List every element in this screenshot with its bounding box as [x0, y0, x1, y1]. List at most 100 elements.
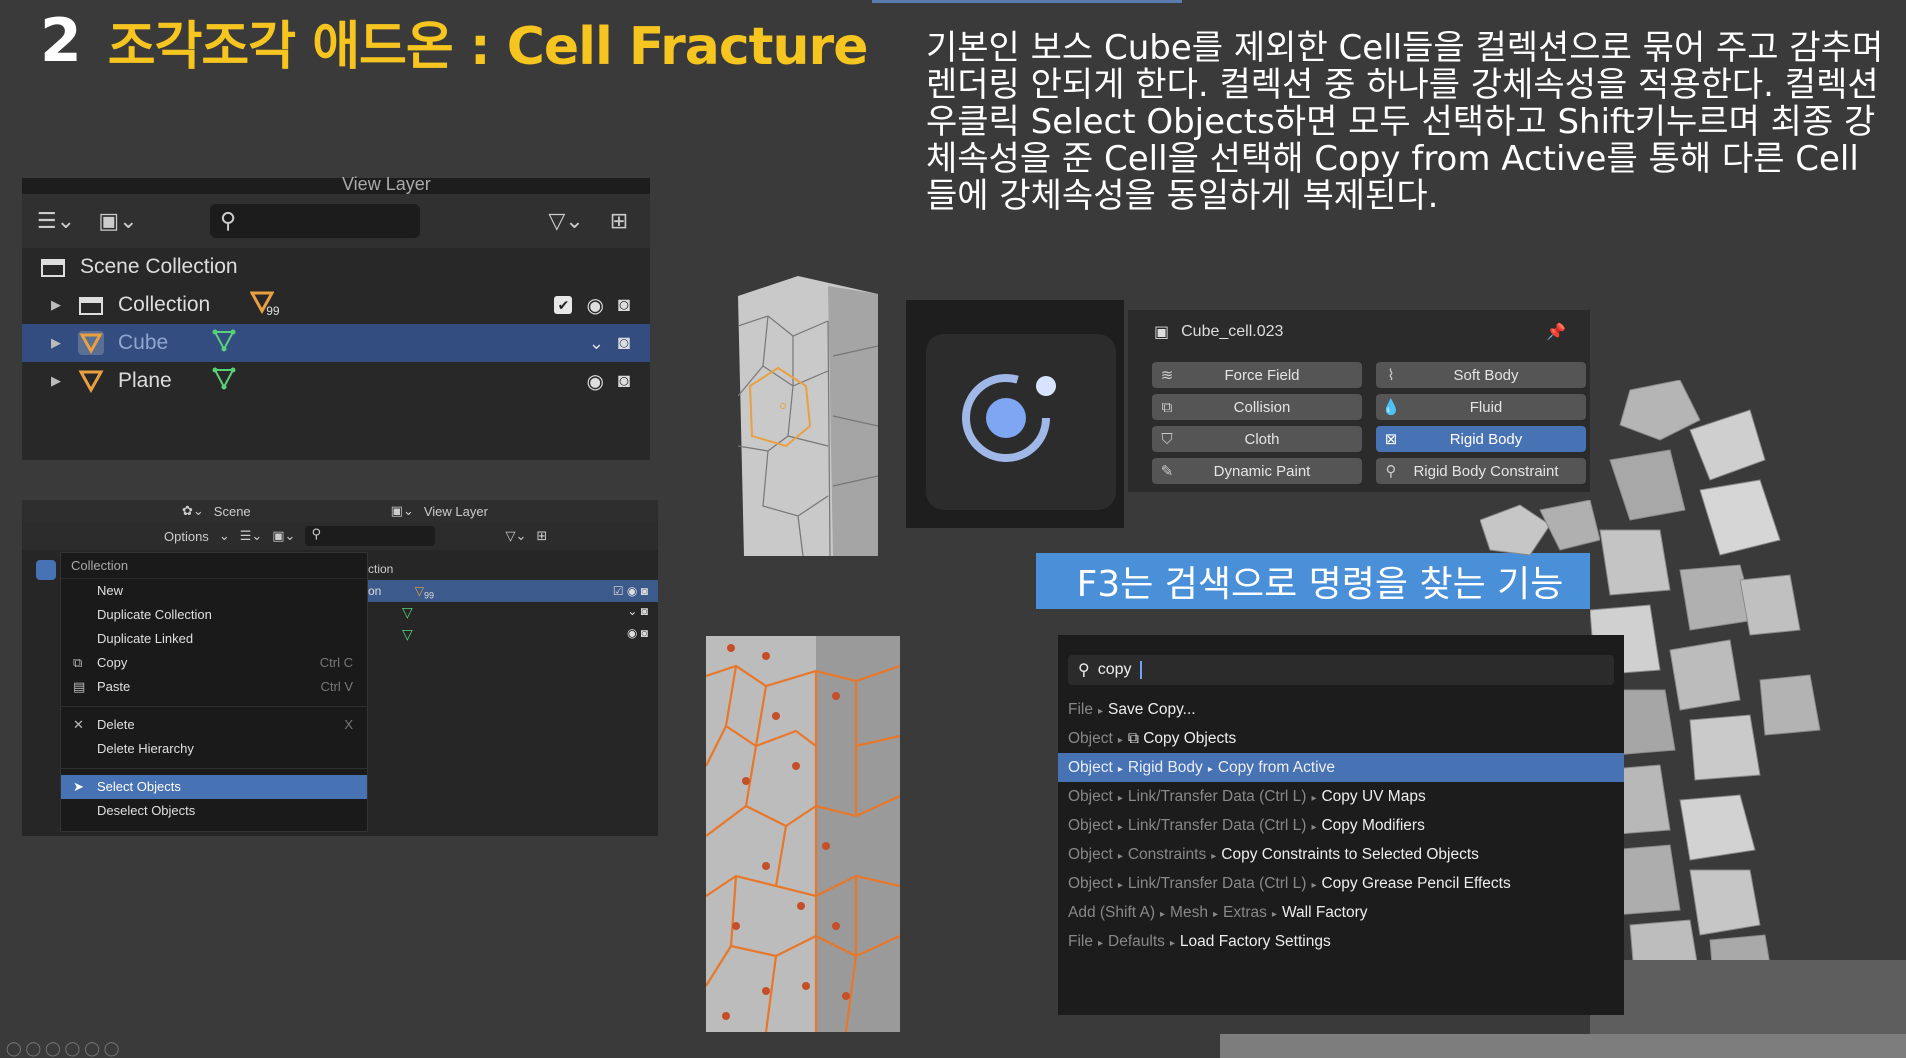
search-result-item[interactable]: Object ▸ Link/Transfer Data (Ctrl L) ▸ Copy …: [1058, 811, 1624, 840]
filter-icon[interactable]: ▽⌄: [505, 528, 526, 544]
object-count-badge: 99: [266, 304, 280, 318]
dynamic-paint-button[interactable]: ✎ Dynamic Paint: [1152, 458, 1362, 484]
options-dropdown[interactable]: Options: [164, 529, 209, 544]
outliner-row-label: Collection: [118, 293, 211, 316]
scene-selector-icon[interactable]: ✿⌄: [182, 503, 204, 519]
outliner-row-plane[interactable]: ▶ Plane ◉ ◙: [22, 362, 650, 400]
outliner-search-input[interactable]: ⚲: [305, 526, 436, 546]
path-separator-icon: ▸: [1117, 822, 1123, 833]
f3-search-popup: ⚲ copy File ▸ Save Copy... Object ▸ ⧉ Copy Ob…: [1058, 635, 1624, 1015]
outliner-row-collection-selected[interactable]: on ▽99 ☑ ◉ ◙: [368, 580, 658, 602]
chevron-down-icon: ⌄: [218, 528, 230, 543]
row-visibility-icons[interactable]: ☑ ◉ ◙: [613, 580, 648, 602]
cursor-arrow-icon: ➤: [73, 779, 84, 794]
expand-arrow-icon[interactable]: ▶: [46, 335, 66, 351]
search-result-item[interactable]: File ▸ Save Copy...: [1058, 695, 1624, 724]
exclude-checkbox[interactable]: ✔: [554, 296, 573, 314]
row-visibility-icons[interactable]: ◉ ◙: [627, 626, 648, 640]
slide-title: 2 조각조각 애드온 : Cell Fracture: [40, 6, 868, 77]
path-separator-icon: ▸: [1169, 938, 1175, 949]
expand-arrow-icon[interactable]: ▶: [46, 373, 66, 389]
dynamic-paint-icon: ✎: [1160, 463, 1174, 480]
search-result-item[interactable]: Object ▸ Link/Transfer Data (Ctrl L) ▸ Copy …: [1058, 782, 1624, 811]
view-layer-selector-icon[interactable]: ▣⌄: [391, 503, 414, 519]
scene-name[interactable]: Scene: [214, 504, 251, 519]
menu-item-duplicate-collection[interactable]: Duplicate Collection: [61, 603, 367, 627]
button-label: Fluid: [1469, 398, 1503, 416]
result-path-segment: Link/Transfer Data (Ctrl L): [1127, 875, 1307, 892]
search-query-text: copy: [1097, 661, 1132, 678]
outliner-row-collection[interactable]: ▶ Collection 99 ✔ ◉ ◙: [22, 286, 650, 324]
path-separator-icon: ▸: [1207, 764, 1213, 775]
outliner-search-input[interactable]: ⚲: [210, 204, 420, 238]
filter-view-dropdown[interactable]: ▣⌄: [92, 205, 144, 237]
menu-search-input[interactable]: ⚲ copy: [1068, 655, 1614, 685]
physics-properties-panel: ▣ Cube_cell.023 📌 ≋ Force Field ⌇ Soft Bod…: [1128, 310, 1590, 492]
force-field-icon: ≋: [1160, 367, 1174, 384]
filter-view-dropdown[interactable]: ▣⌄: [272, 528, 295, 544]
outliner-header: ✿⌄ Scene ▣⌄ View Layer: [22, 500, 658, 522]
slide-description: 기본인 보스 Cube를 제외한 Cell들을 컬렉션으로 묶어 주고 감추며 …: [926, 28, 1884, 216]
menu-item-paste[interactable]: ▤ Paste Ctrl V: [61, 675, 367, 699]
path-separator-icon: ▸: [1311, 880, 1317, 891]
result-path-segment: Object: [1068, 817, 1113, 834]
outliner-row-scene-collection[interactable]: Scene Collection: [22, 248, 650, 286]
fluid-button[interactable]: 💧 Fluid: [1376, 394, 1586, 420]
camera-icon[interactable]: ◙: [618, 294, 630, 317]
button-label: Force Field: [1224, 366, 1300, 384]
menu-item-label: Delete: [97, 717, 135, 732]
rigid-body-button[interactable]: ⊠ Rigid Body: [1376, 426, 1586, 452]
display-mode-dropdown[interactable]: ☰⌄: [30, 205, 82, 237]
result-path-segment: Object: [1068, 730, 1113, 747]
mesh-objects-icon: ▽: [414, 584, 424, 598]
result-path-segment: Mesh: [1170, 904, 1208, 921]
menu-item-copy[interactable]: ⧉ Copy Ctrl C: [61, 651, 367, 675]
result-label: Copy Grease Pencil Effects: [1321, 875, 1511, 892]
path-separator-icon: ▸: [1097, 706, 1104, 717]
path-separator-icon: ▸: [1117, 735, 1123, 746]
menu-item-deselect-objects[interactable]: Deselect Objects: [61, 799, 367, 823]
menu-item-shortcut: X: [344, 717, 353, 732]
display-mode-dropdown[interactable]: ☰⌄: [240, 528, 263, 544]
row-visibility-icons[interactable]: ⌄ ◙: [627, 604, 648, 618]
close-icon: ✕: [73, 717, 84, 732]
outliner-editor-icon[interactable]: [36, 560, 56, 580]
mesh-data-icon: ▽: [402, 604, 413, 620]
new-collection-icon[interactable]: ⊞: [536, 528, 547, 544]
search-result-item[interactable]: File ▸ Defaults ▸ Load Factory Settings: [1058, 927, 1624, 956]
partially-hidden-label: ction: [368, 562, 394, 576]
search-result-item[interactable]: Object ▸ Rigid Body ▸ Copy from Active: [1058, 753, 1624, 782]
view-layer-name[interactable]: View Layer: [424, 504, 488, 519]
pin-icon[interactable]: 📌: [1546, 322, 1566, 342]
result-label: Save Copy...: [1108, 701, 1196, 718]
eye-icon[interactable]: ◉: [586, 369, 603, 394]
menu-item-duplicate-linked[interactable]: Duplicate Linked: [61, 627, 367, 651]
outliner-toolbar: Options ⌄ ☰⌄ ▣⌄ ⚲ ▽⌄ ⊞: [22, 522, 658, 550]
filter-icon[interactable]: ▽⌄: [540, 205, 592, 237]
menu-item-delete-hierarchy[interactable]: Delete Hierarchy: [61, 737, 367, 761]
new-collection-icon[interactable]: ⊞: [602, 205, 636, 237]
eye-icon[interactable]: ◉: [586, 293, 603, 318]
outliner-row-cube[interactable]: ▶ Cube ⌄ ◙: [22, 324, 650, 362]
eye-hidden-icon[interactable]: ⌄: [589, 333, 604, 354]
menu-item-new[interactable]: New: [61, 579, 367, 603]
text-caret: [1139, 661, 1142, 679]
rigid-body-constraint-button[interactable]: ⚲ Rigid Body Constraint: [1376, 458, 1586, 484]
camera-icon[interactable]: ◙: [618, 332, 630, 355]
menu-item-delete[interactable]: ✕ Delete X: [61, 713, 367, 737]
search-result-item[interactable]: Object ▸ ⧉ Copy Objects: [1058, 724, 1624, 753]
search-result-item[interactable]: Add (Shift A) ▸ Mesh ▸ Extras ▸ Wall Factory: [1058, 898, 1624, 927]
video-player-controls[interactable]: ◯ ◯ ◯ ◯ ◯ ◯: [6, 1040, 119, 1057]
search-result-item[interactable]: Object ▸ Constraints ▸ Copy Constraints to S…: [1058, 840, 1624, 869]
collision-button[interactable]: ⧉ Collision: [1152, 394, 1362, 420]
cloth-button[interactable]: ⛉ Cloth: [1152, 426, 1362, 452]
menu-item-select-objects[interactable]: ➤ Select Objects: [61, 775, 367, 799]
expand-arrow-icon[interactable]: ▶: [46, 297, 66, 313]
camera-icon[interactable]: ◙: [618, 370, 630, 393]
soft-body-button[interactable]: ⌇ Soft Body: [1376, 362, 1586, 388]
physics-orbit-icon: [926, 334, 1116, 510]
outliner-header-strip: View Layer: [22, 174, 650, 194]
force-field-button[interactable]: ≋ Force Field: [1152, 362, 1362, 388]
search-result-item[interactable]: Object ▸ Link/Transfer Data (Ctrl L) ▸ Copy …: [1058, 869, 1624, 898]
menu-item-shortcut: Ctrl C: [319, 655, 353, 670]
